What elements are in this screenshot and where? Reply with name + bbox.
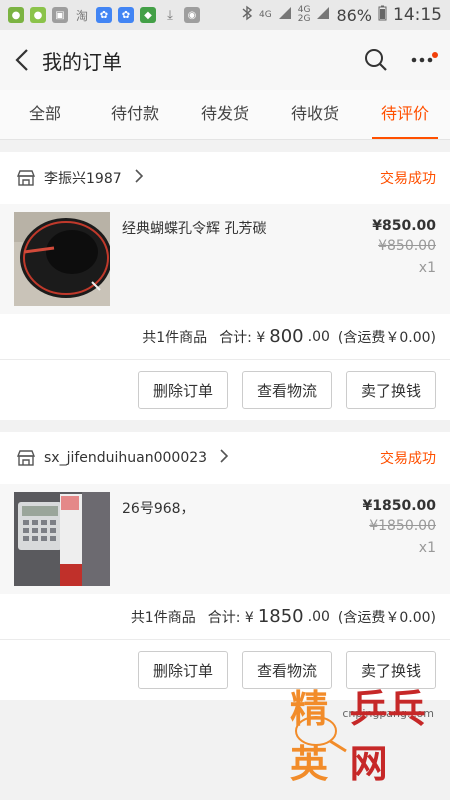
chevron-right-icon [219, 448, 229, 468]
product-thumbnail [14, 212, 110, 306]
page-title: 我的订单 [42, 49, 122, 74]
order-header[interactable]: sx_jifenduihuan000023 交易成功 [0, 432, 450, 484]
order-tabs: 全部 待付款 待发货 待收货 待评价 [0, 90, 450, 140]
product-name: 26号968， [122, 501, 195, 517]
signal-icon [316, 6, 330, 24]
more-button[interactable] [404, 42, 440, 78]
price-block: ¥850.00 ¥850.00 x1 [372, 212, 436, 306]
tab-all[interactable]: 全部 [0, 90, 90, 139]
product-quantity: x1 [418, 540, 436, 556]
summary-count: 共1件商品 [142, 329, 208, 346]
order-actions: 删除订单 查看物流 卖了换钱 [0, 360, 450, 420]
delete-order-button[interactable]: 删除订单 [138, 371, 228, 409]
shop-name: 李振兴1987 [44, 171, 122, 187]
baidu-icon: ✿ [118, 7, 134, 23]
clock: 14:15 [393, 5, 442, 25]
order-item[interactable]: 26号968， ¥1850.00 ¥1850.00 x1 [0, 484, 450, 594]
header: 我的订单 [0, 30, 450, 90]
price-block: ¥1850.00 ¥1850.00 x1 [362, 492, 436, 586]
summary-total: 1850 [257, 606, 304, 627]
chevron-left-icon [15, 49, 28, 71]
status-bar: ● ● ▣ 淘 ✿ ✿ ◆ ⤓ ◉ 4G 4G 2G 86% 14:15 [0, 0, 450, 30]
product-quantity: x1 [418, 260, 436, 276]
summary-shipping: (含运费￥0.00) [337, 609, 436, 626]
system-indicators: 4G 4G 2G 86% 14:15 [241, 5, 442, 25]
summary-decimal: .00 [307, 608, 330, 625]
summary-count: 共1件商品 [130, 609, 196, 626]
order-header[interactable]: 李振兴1987 交易成功 [0, 152, 450, 204]
order-card: 李振兴1987 交易成功 经典蝴蝶孔令辉 孔芳碳 ¥850.00 ¥850.00… [0, 152, 450, 420]
tab-pending-review[interactable]: 待评价 [360, 90, 450, 139]
order-card: sx_jifenduihuan000023 交易成功 26号968， ¥1850… [0, 432, 450, 700]
shop-name: sx_jifenduihuan000023 [44, 450, 208, 466]
network-sub-label: 2G [297, 14, 311, 24]
product-price: ¥850.00 [372, 218, 436, 234]
product-thumbnail [14, 492, 110, 586]
shop-icon [16, 168, 36, 188]
order-summary: 共1件商品 合计: ¥1850.00 (含运费￥0.00) [0, 594, 450, 640]
search-button[interactable] [358, 42, 394, 78]
search-icon [365, 49, 387, 71]
original-price: ¥1850.00 [369, 518, 436, 534]
product-name: 经典蝴蝶孔令辉 孔芳碳 [122, 221, 267, 237]
notification-icons: ● ● ▣ 淘 ✿ ✿ ◆ ⤓ ◉ [8, 7, 200, 23]
product-price: ¥1850.00 [362, 498, 436, 514]
original-price: ¥850.00 [378, 238, 436, 254]
view-logistics-button[interactable]: 查看物流 [242, 371, 332, 409]
tab-pending-payment[interactable]: 待付款 [90, 90, 180, 139]
watermark-text: 精英 乒乓网 [290, 678, 436, 788]
app-notification-icon: ◉ [184, 7, 200, 23]
chevron-right-icon [134, 168, 144, 188]
bluetooth-icon [241, 5, 253, 25]
back-button[interactable] [10, 48, 34, 72]
more-icon [411, 57, 433, 63]
order-status: 交易成功 [380, 171, 436, 187]
delete-order-button[interactable]: 删除订单 [138, 651, 228, 689]
tab-pending-receipt[interactable]: 待收货 [270, 90, 360, 139]
baidu-icon: ✿ [96, 7, 112, 23]
watermark: cnpingpang.com 精英 乒乓网 [290, 686, 440, 792]
shop-icon [16, 448, 36, 468]
notification-dot [432, 52, 438, 58]
order-item[interactable]: 经典蝴蝶孔令辉 孔芳碳 ¥850.00 ¥850.00 x1 [0, 204, 450, 314]
battery-icon [378, 5, 387, 25]
order-status: 交易成功 [380, 451, 436, 467]
watermark-text-2: 乒乓网 [349, 686, 426, 786]
image-icon: ▣ [52, 7, 68, 23]
signal-icon [278, 6, 292, 24]
summary-shipping: (含运费￥0.00) [337, 329, 436, 346]
app-notification-icon: ◆ [140, 7, 156, 23]
resell-button[interactable]: 卖了换钱 [346, 371, 436, 409]
network-label-stack: 4G 2G [298, 6, 311, 24]
app-notification-icon: ● [8, 7, 24, 23]
battery-percent: 86% [336, 5, 372, 25]
summary-label: 合计: ¥ [219, 329, 266, 346]
network-type-label: 4G [259, 9, 272, 20]
download-icon: ⤓ [167, 7, 173, 23]
summary-total: 800 [269, 326, 304, 347]
summary-decimal: .00 [307, 328, 330, 345]
app-notification-icon: ● [30, 7, 46, 23]
order-summary: 共1件商品 合计: ¥800.00 (含运费￥0.00) [0, 314, 450, 360]
taobao-icon: 淘 [75, 8, 88, 23]
tab-pending-shipment[interactable]: 待发货 [180, 90, 270, 139]
watermark-text-1: 精英 [290, 686, 329, 786]
summary-label: 合计: ¥ [207, 609, 254, 626]
